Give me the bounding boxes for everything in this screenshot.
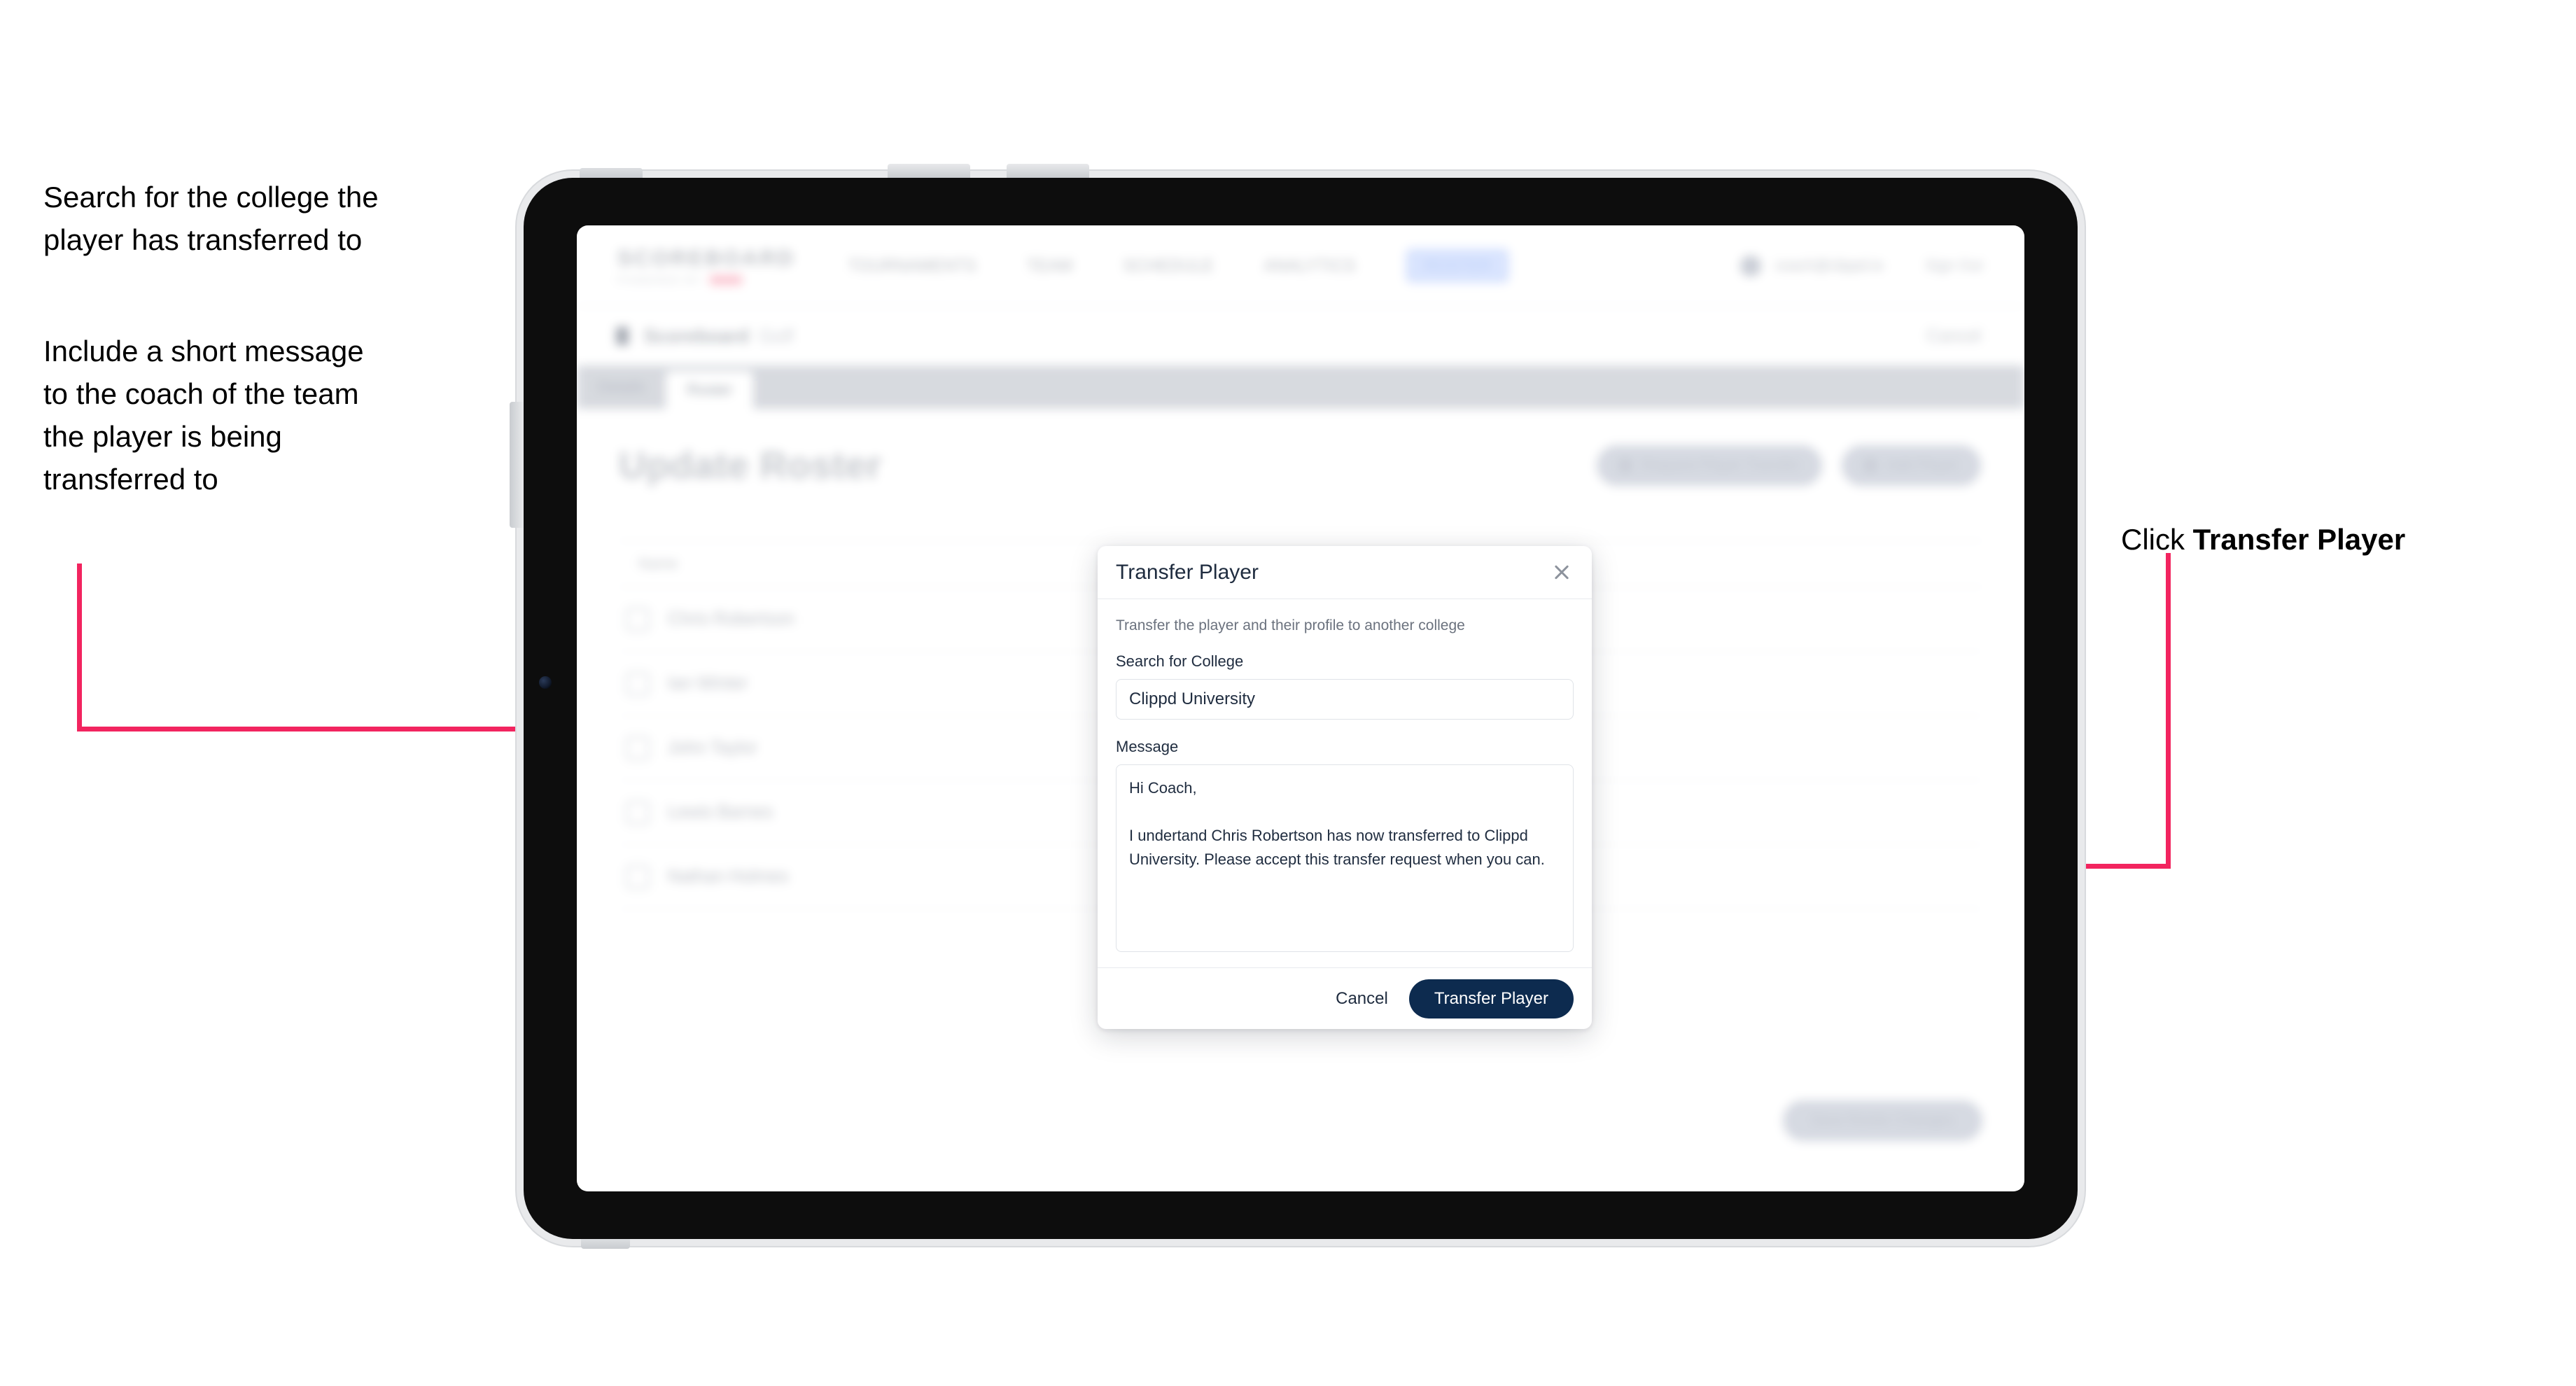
player-name: John Taylor (668, 738, 757, 757)
logo-clippd-badge (709, 275, 742, 285)
close-icon[interactable] (1550, 561, 1574, 584)
field-spacer (1116, 720, 1574, 738)
breadcrumb-main[interactable]: Scoreboard (644, 326, 749, 347)
transfer-player-button[interactable]: Transfer Player (1408, 979, 1574, 1018)
modal-title: Transfer Player (1116, 560, 1259, 584)
annotation-line-right-vertical (2166, 553, 2171, 868)
annotation-right-bold: Transfer Player (2192, 522, 2406, 556)
player-name: Ian Winter (668, 673, 748, 693)
nav-item-analytics[interactable]: ANALYTICS (1264, 256, 1356, 275)
modal-description: Transfer the player and their profile to… (1116, 617, 1465, 634)
tablet-screen: SCOREBOARD POWERED BY TOURNAMENTS TEAM S… (577, 225, 2024, 1191)
sign-out-link[interactable]: Sign Out (1925, 258, 1982, 274)
tab-roster[interactable]: Roster (666, 371, 754, 409)
user-menu[interactable]: coach@clippd.io (1740, 255, 1883, 276)
nav-item-team[interactable]: TEAM (1027, 256, 1073, 275)
add-player-button[interactable]: Add Player (1842, 445, 1981, 486)
logo-powered-by: POWERED BY (617, 274, 703, 286)
tablet-device-frame: SCOREBOARD POWERED BY TOURNAMENTS TEAM S… (510, 164, 2078, 1249)
top-antenna-band (580, 168, 643, 178)
row-checkbox[interactable] (626, 864, 650, 889)
modal-header: Transfer Player (1098, 546, 1592, 599)
player-name: Chris Robertson (668, 609, 794, 629)
volume-up-button[interactable] (888, 164, 970, 178)
save-roster-changes-button[interactable]: Save Roster Changes (1782, 1100, 1982, 1141)
search-college-label: Search for College (1116, 652, 1244, 670)
power-button[interactable] (510, 402, 524, 528)
bottom-antenna-band (581, 1239, 630, 1249)
page-toolbar: Request Player Transfer Add Player (1596, 445, 1981, 486)
volume-down-button[interactable] (1007, 164, 1089, 178)
transfer-player-modal: Transfer Player Transfer the player and … (1098, 546, 1592, 1029)
row-checkbox[interactable] (626, 800, 650, 825)
nav-item-schedule[interactable]: SCHEDULE (1124, 256, 1214, 275)
message-textarea[interactable]: Hi Coach, I undertand Chris Robertson ha… (1116, 764, 1574, 952)
plus-icon (1864, 459, 1877, 472)
cancel-button[interactable]: Cancel (1336, 989, 1388, 1009)
nav-item-roster[interactable]: ROSTER (1406, 248, 1510, 283)
annotation-right-prefix: Click (2121, 522, 2193, 556)
annotation-click-transfer: Click Transfer Player (2121, 476, 2569, 561)
breadcrumb-sub: Golf (759, 325, 794, 346)
search-college-input[interactable]: Clippd University (1116, 679, 1574, 720)
row-checkbox[interactable] (626, 736, 650, 760)
add-player-label: Add Player (1886, 457, 1959, 473)
app-logo[interactable]: SCOREBOARD POWERED BY (617, 245, 795, 286)
annotation-include-message: Include a short message to the coach of … (43, 335, 364, 496)
annotation-search-college: Search for the college the player has tr… (43, 181, 379, 256)
breadcrumb-icon (616, 327, 629, 345)
player-name: Nathan Holmes (668, 867, 789, 886)
front-camera-icon (539, 676, 552, 689)
modal-footer: Cancel Transfer Player (1098, 967, 1592, 1029)
tab-details[interactable]: Details (577, 365, 666, 409)
player-name: Lewis Barnes (668, 802, 774, 822)
breadcrumb: Scoreboard Golf Cancel (577, 307, 2024, 365)
nav-item-tournaments[interactable]: TOURNAMENTS (848, 256, 976, 275)
annotation-line-left-vertical (77, 564, 82, 732)
user-plus-icon (1618, 459, 1632, 472)
message-label: Message (1116, 738, 1179, 755)
breadcrumb-cancel-link[interactable]: Cancel (1926, 326, 1981, 346)
tab-bar: Details Roster (577, 365, 2024, 409)
modal-body: Transfer the player and their profile to… (1098, 599, 1592, 967)
screenshot-root: Search for the college the player has tr… (0, 0, 2576, 1386)
avatar (1740, 255, 1761, 276)
save-bar: Save Roster Changes (1782, 1100, 1982, 1141)
request-player-transfer-button[interactable]: Request Player Transfer (1596, 445, 1823, 486)
request-player-transfer-label: Request Player Transfer (1641, 457, 1800, 473)
logo-wordmark: SCOREBOARD (617, 245, 795, 270)
row-checkbox[interactable] (626, 607, 650, 631)
top-navigation-bar: SCOREBOARD POWERED BY TOURNAMENTS TEAM S… (577, 225, 2024, 307)
nav-links: TOURNAMENTS TEAM SCHEDULE ANALYTICS ROST… (848, 248, 1510, 283)
nav-right-cluster: coach@clippd.io Sign Out (1740, 255, 1982, 276)
row-checkbox[interactable] (626, 671, 650, 696)
user-email: coach@clippd.io (1774, 257, 1884, 274)
